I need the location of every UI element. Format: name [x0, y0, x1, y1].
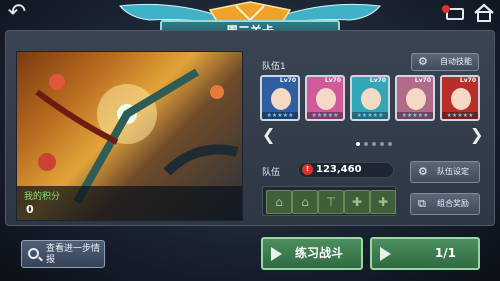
- hero-level: Lv70: [459, 77, 476, 84]
- team-label: 队伍1: [262, 62, 286, 72]
- hero-card[interactable]: Lv70 ★★★★★: [350, 75, 390, 121]
- hero-stars: ★★★★★: [352, 112, 388, 119]
- home-icon[interactable]: [472, 3, 496, 23]
- hero-level: Lv70: [279, 77, 296, 84]
- formation-slot[interactable]: ⌂: [292, 190, 318, 214]
- hero-stars: ★★★★★: [442, 112, 478, 119]
- chevron-left-icon[interactable]: ❮: [262, 125, 275, 144]
- power-value: 123,460: [316, 164, 362, 175]
- page-dot[interactable]: [356, 142, 360, 146]
- back-arrow-icon[interactable]: ↶: [4, 2, 30, 25]
- formation-slot[interactable]: ✚: [344, 190, 370, 214]
- formation-slot[interactable]: ⌂: [266, 190, 292, 214]
- fight-count: 1/1: [434, 246, 456, 260]
- hero-stars: ★★★★★: [397, 112, 433, 119]
- gear-icon: ⚙: [418, 165, 428, 178]
- hero-stars: ★★★★★: [307, 112, 343, 119]
- page-dot[interactable]: [380, 142, 384, 146]
- hero-stars: ★★★★★: [262, 112, 298, 119]
- auto-skill-button[interactable]: ⚙ 自动技能: [411, 53, 479, 71]
- auto-skill-label: 自动技能: [440, 57, 472, 66]
- more-info-button[interactable]: 查看进一步情报: [21, 240, 105, 268]
- practice-battle-button[interactable]: 练习战斗: [261, 237, 363, 270]
- squad-label: 队伍: [262, 168, 281, 178]
- hero-level: Lv70: [369, 77, 386, 84]
- page-dot[interactable]: [364, 142, 368, 146]
- hero-card[interactable]: Lv70 ★★★★★: [305, 75, 345, 121]
- hero-level: Lv70: [414, 77, 431, 84]
- team-settings-label: 队伍设定: [437, 167, 469, 176]
- power-icon: !: [302, 164, 313, 175]
- notification-dot: [442, 5, 450, 13]
- formation-grid: ⌂ ⌂ ⊤ ✚ ✚: [262, 186, 396, 216]
- hero-list: Lv70 ★★★★★ Lv70 ★★★★★ Lv70 ★★★★★ Lv70 ★★…: [260, 75, 480, 121]
- formation-slot[interactable]: ✚: [370, 190, 396, 214]
- more-info-label: 查看进一步情报: [46, 244, 101, 265]
- play-icon: [380, 247, 391, 261]
- start-battle-button[interactable]: 1/1: [370, 237, 480, 270]
- formation-slot[interactable]: ⊤: [318, 190, 344, 214]
- practice-label: 练习战斗: [294, 246, 343, 260]
- combo-reward-button[interactable]: ⧉ 组合奖励: [410, 193, 480, 215]
- chevron-right-icon[interactable]: ❯: [470, 125, 483, 144]
- team-settings-button[interactable]: ⚙ 队伍设定: [410, 161, 480, 183]
- page-dot[interactable]: [372, 142, 376, 146]
- hero-card[interactable]: Lv70 ★★★★★: [395, 75, 435, 121]
- score-label: 我的积分: [24, 192, 61, 202]
- hero-level: Lv70: [324, 77, 341, 84]
- gear-icon: ⚙: [418, 55, 428, 68]
- hero-card[interactable]: Lv70 ★★★★★: [260, 75, 300, 121]
- score-value: 0: [26, 203, 34, 216]
- mail-icon[interactable]: [442, 4, 468, 22]
- play-icon: [271, 247, 282, 261]
- magnifier-icon: [28, 248, 39, 259]
- link-icon: ⧉: [418, 197, 426, 210]
- hero-card[interactable]: Lv70 ★★★★★: [440, 75, 480, 121]
- combo-reward-label: 组合奖励: [437, 199, 469, 208]
- page-dot[interactable]: [388, 142, 392, 146]
- page-indicator: [356, 131, 396, 146]
